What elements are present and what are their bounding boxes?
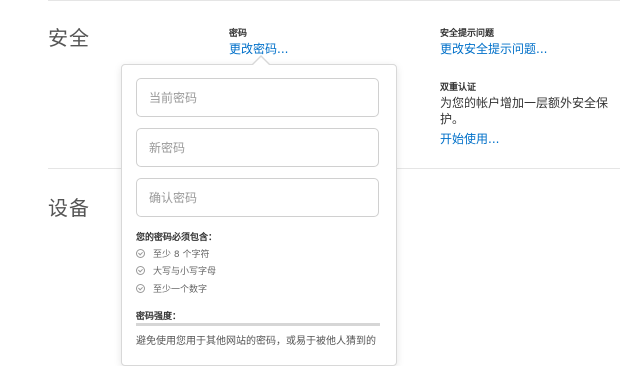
devices-section-title: 设备 (48, 196, 90, 220)
password-label: 密码 (229, 29, 248, 39)
two-factor-get-started-link[interactable]: 开始使用... (440, 130, 499, 147)
two-factor-label: 双重认证 (440, 83, 477, 93)
password-hint-text: 避免使用您用于其他网站的密码，或易于被他人猜到的 (136, 336, 376, 347)
password-strength-label: 密码强度： (136, 312, 182, 322)
requirements-title: 您的密码必须包含： (136, 233, 218, 243)
requirement-text: 大写与小写字母 (153, 266, 217, 277)
check-circle-icon (136, 283, 145, 293)
check-circle-icon (136, 248, 145, 258)
confirm-password-field[interactable] (136, 178, 379, 217)
requirement-item: 大写与小写字母 (136, 263, 216, 277)
two-factor-description: 为您的帐户增加一层额外安全保护。 (440, 96, 609, 126)
current-password-field[interactable] (136, 78, 379, 117)
change-security-questions-link[interactable]: 更改安全提示问题... (440, 40, 547, 57)
top-divider (48, 0, 620, 1)
requirement-item: 至少一个数字 (136, 281, 207, 295)
popover-caret (253, 57, 269, 65)
password-strength-meter (136, 323, 380, 326)
check-circle-icon (136, 265, 145, 275)
requirement-text: 至少 8 个字符 (153, 249, 210, 260)
new-password-field[interactable] (136, 128, 379, 167)
security-questions-label: 安全提示问题 (440, 29, 495, 39)
security-section-title: 安全 (48, 26, 90, 50)
requirement-text: 至少一个数字 (153, 284, 208, 295)
requirement-item: 至少 8 个字符 (136, 246, 209, 260)
